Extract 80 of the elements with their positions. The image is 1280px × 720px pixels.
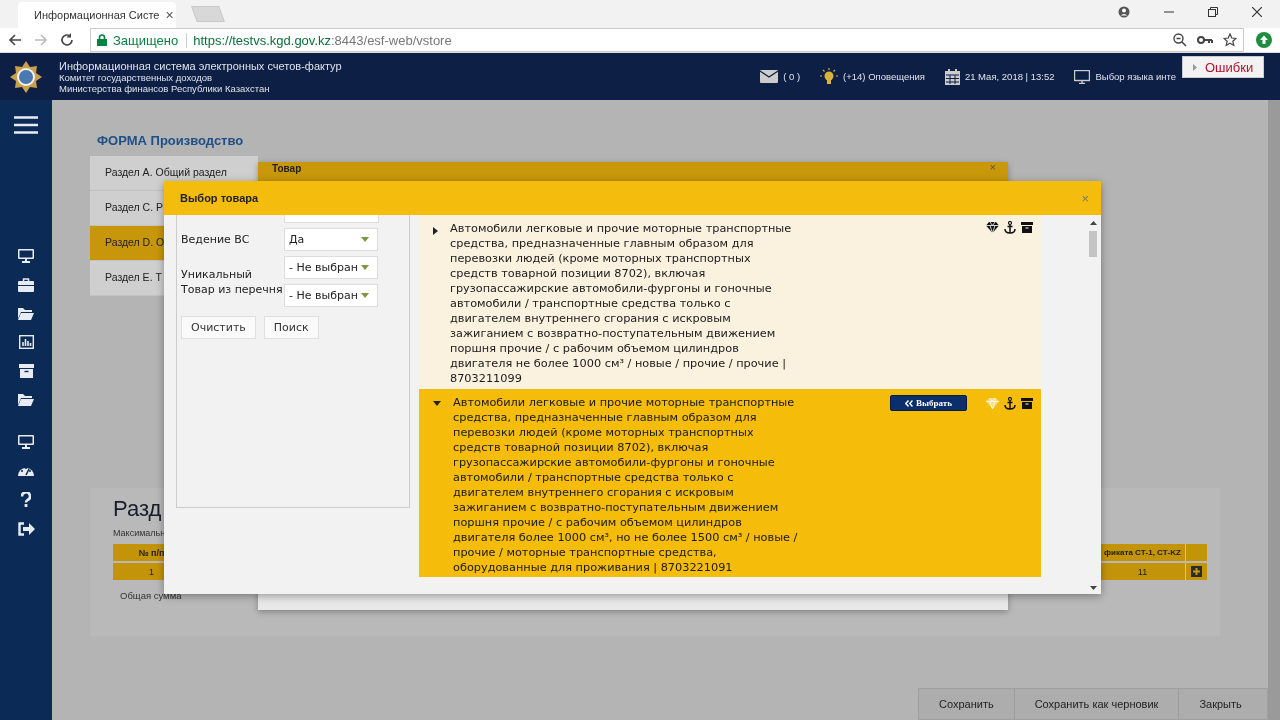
input-field[interactable] — [284, 215, 379, 223]
committee-name: Комитет государственных доходов — [59, 71, 213, 83]
star-icon[interactable] — [1223, 33, 1237, 47]
url-text: https://testvs.kgd.gov.kz:8443/esf-web/vstore — [193, 32, 452, 48]
menu-icon[interactable] — [14, 116, 38, 134]
folder-icon[interactable] — [18, 307, 34, 320]
errors-popup[interactable]: Ошибки — [1182, 56, 1264, 78]
footer-button[interactable]: Сохранить — [919, 689, 1015, 719]
filter-label: Уникальный Товар из перечня — [181, 266, 284, 297]
date-time: 21 Мая, 2018 | 13:52 — [964, 71, 1055, 82]
filter-button[interactable]: Очистить — [181, 316, 256, 339]
secure-label: Защищено — [113, 32, 188, 48]
close-icon[interactable]: × — [165, 7, 174, 23]
list-item[interactable] — [419, 215, 1041, 388]
profile-icon[interactable] — [1118, 6, 1130, 18]
double-chevron-icon — [905, 399, 913, 407]
anchor-icon[interactable] — [1004, 221, 1016, 234]
select-field[interactable]: - Не выбран — [284, 284, 378, 307]
filter-button[interactable]: Поиск — [263, 316, 319, 339]
tab-title: Информационная Систе — [34, 9, 160, 21]
caret-icon — [361, 265, 369, 270]
item-description: Автомобили легковые и прочие моторные транспортные средства, предназначенные главным образом для перевозки людей (кроме моторных транспортных средств товарной позиции 8702), включая грузопассажирские автомобили-фургоны и гоночные автомобили / транспортные средства только с двигателем внутреннего сгорания с искровым зажиганием с возвратно-поступательным движением поршня прочие / с рабочим объемом цилиндров двигателя не более 1000 см³ / новые / прочие / прочие | 8703211099 — [450, 221, 793, 386]
plus-icon[interactable] — [1191, 566, 1202, 577]
reload-icon[interactable] — [60, 33, 74, 47]
help-icon[interactable] — [21, 492, 31, 507]
briefcase-icon[interactable] — [18, 278, 34, 292]
update-icon[interactable] — [1256, 32, 1272, 48]
dialog-title: Выбор товара — [180, 192, 259, 204]
footer-button[interactable]: Сохранить как черновик — [1014, 689, 1180, 719]
back-icon[interactable] — [8, 33, 22, 47]
close-icon[interactable] — [1252, 7, 1262, 17]
folder-icon[interactable] — [18, 393, 34, 406]
emblem-icon — [9, 59, 43, 94]
section-heading: Разд — [113, 496, 162, 522]
address-field[interactable]: Защищено https://testvs.kgd.gov.kz:8443/esf-web/vstore — [90, 28, 1244, 52]
expanded-caret-icon[interactable] — [433, 401, 441, 406]
archive-icon[interactable] — [1021, 397, 1033, 409]
footer-button[interactable]: Закрыть — [1179, 689, 1262, 719]
archive-icon[interactable] — [18, 364, 34, 378]
ministry-name: Министерства финансов Республики Казахстан — [59, 82, 271, 94]
scroll-up-icon[interactable] — [1089, 221, 1097, 225]
archive-icon[interactable] — [1021, 222, 1033, 233]
browser-tab[interactable]: Информационная Систе × — [18, 2, 176, 28]
select-field[interactable]: - Не выбран — [284, 256, 378, 279]
total-label: Общая сумма — [120, 590, 182, 601]
language-selector[interactable]: Выбор языка инте — [1095, 71, 1176, 82]
monitor-icon[interactable] — [18, 435, 34, 449]
caret-icon — [1193, 63, 1197, 71]
sign-out-icon[interactable] — [17, 522, 35, 536]
column-header: фиката СТ-1, СТ-KZ — [1100, 544, 1186, 561]
select-button[interactable]: Выбрать — [890, 395, 967, 411]
dialog-title: Товар — [272, 162, 302, 174]
monitor-icon[interactable] — [18, 249, 34, 263]
caret-icon — [361, 237, 369, 242]
notifications-link[interactable]: (+14) Оповещения — [843, 71, 925, 82]
scroll-thumb[interactable] — [1089, 231, 1097, 257]
zoom-out-icon[interactable] — [1173, 33, 1187, 47]
scroll-down-icon[interactable] — [1089, 586, 1097, 590]
message-count[interactable]: ( 0 ) — [783, 71, 801, 82]
table-cell: 11 — [1100, 563, 1186, 580]
lightbulb-icon[interactable] — [820, 67, 839, 86]
key-icon[interactable] — [1197, 35, 1213, 45]
system-title: Информационная система электронных счетов-фактур — [59, 59, 342, 72]
anchor-icon[interactable] — [1004, 396, 1016, 410]
monitor-icon[interactable] — [1074, 69, 1091, 84]
filter-label: Ведение ВС — [181, 232, 251, 247]
form-title: ФОРМА Производство — [97, 133, 245, 148]
envelope-icon[interactable] — [760, 70, 779, 83]
caret-icon — [361, 293, 369, 298]
lock-icon — [97, 34, 107, 46]
collapsed-caret-icon[interactable] — [433, 227, 438, 235]
select-field[interactable]: Да — [284, 228, 378, 251]
gem-icon[interactable] — [986, 222, 999, 233]
list-item[interactable] — [419, 389, 1041, 577]
chart-icon[interactable] — [18, 335, 34, 349]
item-description: Автомобили легковые и прочие моторные транспортные средства, предназначенные главным образом для перевозки людей (кроме моторных транспортных средств товарной позиции 8702), включая грузопассажирские автомобили-фургоны и гоночные автомобили / транспортные средства только с двигателем внутреннего сгорания с искровым зажиганием с возвратно-поступательным движением поршня прочие / с рабочим объемом цилиндров двигателя более 1000 см³, но не более 1500 см³ / новые / прочие / моторные транспортные средства, оборудованные для проживания | 8703221091 — [453, 395, 799, 575]
restore-icon[interactable] — [1208, 7, 1218, 17]
column-header — [1186, 544, 1207, 561]
calendar-icon — [944, 68, 960, 85]
section-caption: Максимальн — [113, 528, 166, 538]
